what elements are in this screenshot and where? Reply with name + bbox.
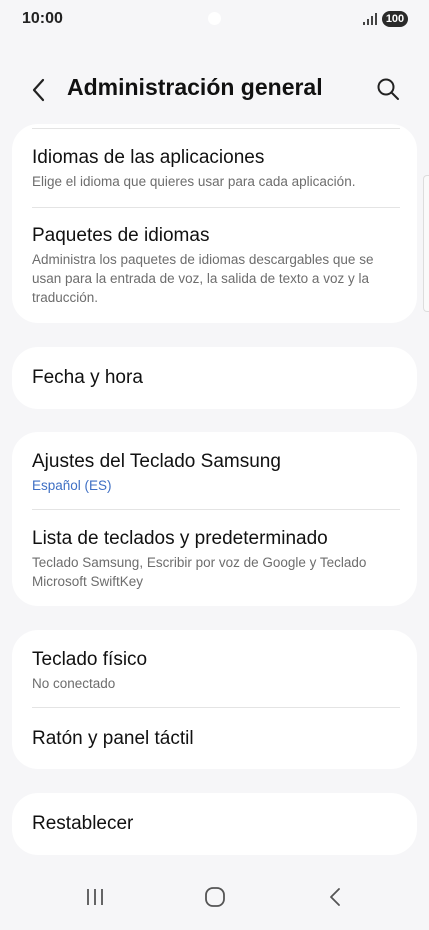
item-subtitle: No conectado: [32, 676, 116, 691]
camera-cutout: [208, 12, 221, 25]
divider: [32, 509, 400, 510]
item-subtitle: Español (ES): [32, 478, 112, 493]
input-devices-card: Teclado físico No conectado Ratón y pane…: [12, 630, 417, 769]
status-time: 10:00: [22, 10, 63, 27]
date-time-card[interactable]: Fecha y hora: [12, 347, 417, 409]
battery-indicator: 100: [382, 11, 408, 27]
status-bar: 10:00 100: [0, 0, 429, 40]
divider: [32, 207, 400, 208]
divider: [32, 128, 400, 129]
keyboard-list-item[interactable]: Lista de teclados y predeterminado Tecla…: [32, 527, 400, 591]
scrollbar[interactable]: [423, 175, 429, 312]
item-title: Ajustes del Teclado Samsung: [32, 451, 281, 472]
search-icon[interactable]: [375, 76, 401, 102]
mouse-trackpad-item[interactable]: Ratón y panel táctil: [32, 727, 400, 751]
language-packs-item[interactable]: Paquetes de idiomas Administra los paque…: [32, 224, 400, 307]
divider: [32, 707, 400, 708]
keyboards-card: Ajustes del Teclado Samsung Español (ES)…: [12, 432, 417, 606]
date-time-item[interactable]: Fecha y hora: [32, 366, 400, 390]
back-icon[interactable]: [315, 882, 355, 912]
item-title: Ratón y panel táctil: [32, 728, 194, 749]
reset-item[interactable]: Restablecer: [32, 812, 400, 836]
item-title: Fecha y hora: [32, 367, 143, 388]
item-title: Paquetes de idiomas: [32, 225, 210, 246]
app-languages-item[interactable]: Idiomas de las aplicaciones Elige el idi…: [32, 146, 400, 191]
item-subtitle: Teclado Samsung, Escribir por voz de Goo…: [32, 555, 367, 589]
physical-keyboard-item[interactable]: Teclado físico No conectado: [32, 648, 400, 693]
app-header: Administración general: [0, 70, 429, 110]
item-title: Teclado físico: [32, 649, 148, 670]
chevron-left-icon[interactable]: [28, 76, 50, 104]
item-title: Idiomas de las aplicaciones: [32, 147, 265, 168]
item-subtitle: Elige el idioma que quieres usar para ca…: [32, 174, 356, 189]
languages-card: Idiomas de las aplicaciones Elige el idi…: [12, 124, 417, 323]
home-icon[interactable]: [195, 882, 235, 912]
item-title: Restablecer: [32, 813, 134, 834]
signal-bars-icon: [363, 13, 377, 25]
item-subtitle: Administra los paquetes de idiomas desca…: [32, 252, 374, 305]
page-title: Administración general: [67, 74, 323, 100]
reset-card[interactable]: Restablecer: [12, 793, 417, 855]
samsung-keyboard-item[interactable]: Ajustes del Teclado Samsung Español (ES): [32, 450, 400, 495]
recents-icon[interactable]: [75, 882, 115, 912]
item-title: Lista de teclados y predeterminado: [32, 528, 328, 549]
navigation-bar: [0, 872, 429, 930]
